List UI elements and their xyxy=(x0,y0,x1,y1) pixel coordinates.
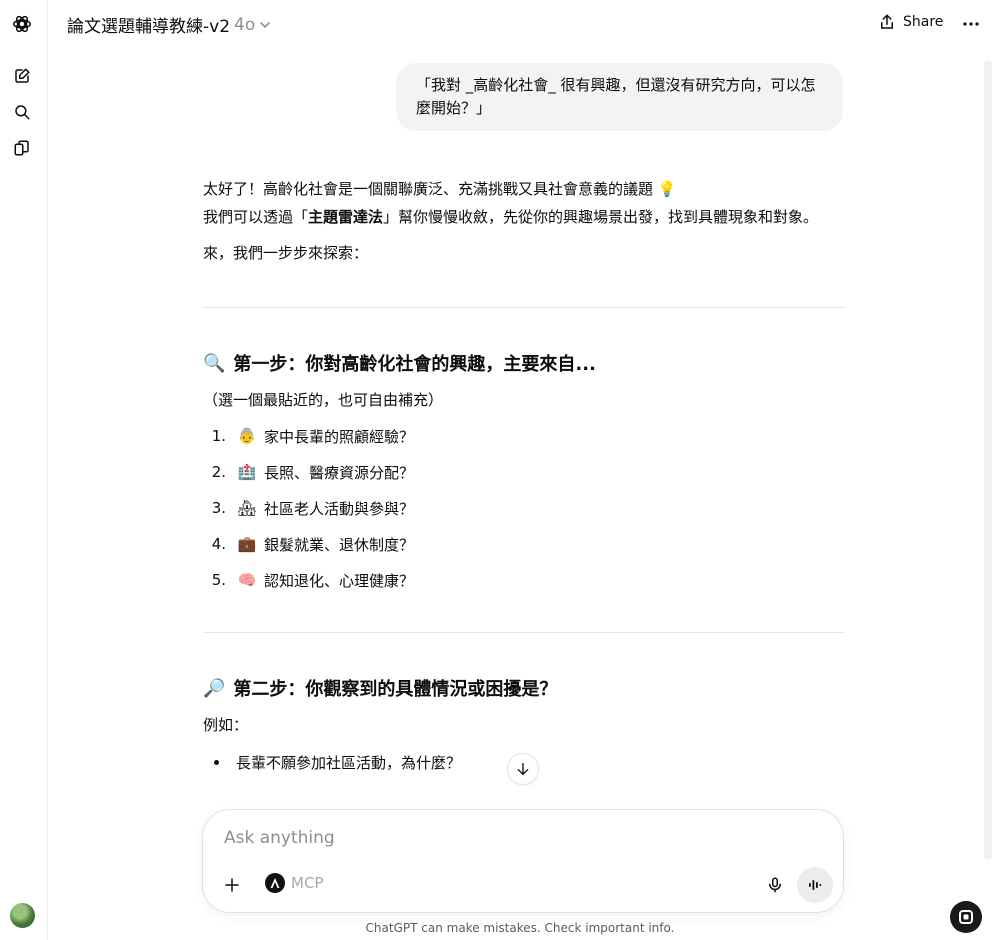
briefcase-icon: 💼 xyxy=(237,535,257,553)
left-rail xyxy=(0,0,48,940)
disclaimer: ChatGPT can make mistakes. Check importa… xyxy=(365,921,675,935)
header: 論文選題輔導教練-v2 4o Share xyxy=(48,0,992,48)
share-icon xyxy=(881,14,893,29)
intro-line-2: 我們可以透過「主題雷達法」幫你慢慢收斂，先從你的興趣場景出發，找到具體現象和對象… xyxy=(203,208,819,226)
mcp-tool-button[interactable]: MCP xyxy=(265,873,323,893)
hospital-icon: 🏥 xyxy=(237,463,257,481)
mcp-label: MCP xyxy=(291,874,324,892)
composer: Ask anything MCP xyxy=(202,809,844,913)
prompt-input[interactable]: Ask anything xyxy=(224,828,335,848)
divider xyxy=(203,632,845,633)
avatar[interactable] xyxy=(10,903,35,928)
step2-hint: 例如： xyxy=(203,716,249,734)
chatgpt-logo-icon[interactable] xyxy=(11,13,33,35)
list-item: 1. 👵 家中長輩的照顧經驗？ xyxy=(211,427,415,446)
scrollbar[interactable] xyxy=(984,60,992,860)
step1-title: 第一步：你對高齡化社會的興趣，主要來自... xyxy=(233,354,596,375)
model-switcher[interactable]: 論文選題輔導教練-v2 4o xyxy=(67,12,271,37)
houses-icon: 🏘 xyxy=(237,499,257,517)
list-item: 3. 🏘 社區老人活動與參與？ xyxy=(211,499,415,518)
extension-button[interactable] xyxy=(950,901,982,933)
more-options-button[interactable] xyxy=(960,13,982,35)
step1-hint: （選一個最貼近的，也可自由補充） xyxy=(203,391,444,409)
library-icon[interactable] xyxy=(11,137,33,159)
user-message: 「我對 _高齡化社會_ 很有興趣，但還沒有研究方向，可以怎麼開始？」 xyxy=(396,63,843,131)
arrow-down-icon xyxy=(517,763,529,776)
step2-title: 第二步：你觀察到的具體情況或困擾是？ xyxy=(233,679,558,700)
add-attachment-button[interactable] xyxy=(220,873,244,897)
list-item: 2. 🏥 長照、醫療資源分配？ xyxy=(211,463,415,482)
share-button[interactable]: Share xyxy=(878,13,943,31)
method-name: 主題雷達法 xyxy=(308,208,384,226)
extension-logo-icon xyxy=(959,910,973,924)
intro-line-3: 來，我們一步步來探索： xyxy=(203,244,369,262)
list-item: 5. 🧠 認知退化、心理健康？ xyxy=(211,571,415,590)
gpt-title: 論文選題輔導教練-v2 xyxy=(67,17,231,37)
magnifier-right-icon: 🔎 xyxy=(203,677,226,699)
plus-icon xyxy=(225,878,239,892)
share-label: Share xyxy=(903,14,944,30)
waveform-icon xyxy=(809,880,822,890)
more-horizontal-icon xyxy=(963,22,979,26)
intro-line-1: 太好了！高齡化社會是一個關聯廣泛、充滿挑戰又具社會意義的議題 💡 xyxy=(203,180,677,198)
brain-icon: 🧠 xyxy=(237,571,257,589)
search-icon[interactable] xyxy=(11,101,33,123)
voice-mode-button[interactable] xyxy=(797,867,833,903)
model-version: 4o xyxy=(234,14,256,35)
dictate-button[interactable] xyxy=(764,874,786,896)
list-item: 4. 💼 銀髮就業、退休制度？ xyxy=(211,535,415,554)
step1-heading: 🔍 第一步：你對高齡化社會的興趣，主要來自... xyxy=(203,350,845,376)
chevron-down-icon xyxy=(260,21,271,28)
elder-icon: 👵 xyxy=(237,427,257,445)
microphone-icon xyxy=(769,877,781,893)
step2-heading: 🔎 第二步：你觀察到的具體情況或困擾是？ xyxy=(203,675,845,701)
new-chat-icon[interactable] xyxy=(11,65,33,87)
assistant-message: 太好了！高齡化社會是一個關聯廣泛、充滿挑戰又具社會意義的議題 💡 我們可以透過「… xyxy=(203,175,845,775)
scroll-to-bottom-button[interactable] xyxy=(507,753,539,785)
divider xyxy=(203,307,845,308)
mcp-logo-icon xyxy=(265,873,285,893)
magnifier-icon: 🔍 xyxy=(203,352,226,374)
step1-list: 1. 👵 家中長輩的照顧經驗？ 2. 🏥 長照、醫療資源分配？ 3. 🏘 社區老人活動與參與… xyxy=(203,418,845,598)
